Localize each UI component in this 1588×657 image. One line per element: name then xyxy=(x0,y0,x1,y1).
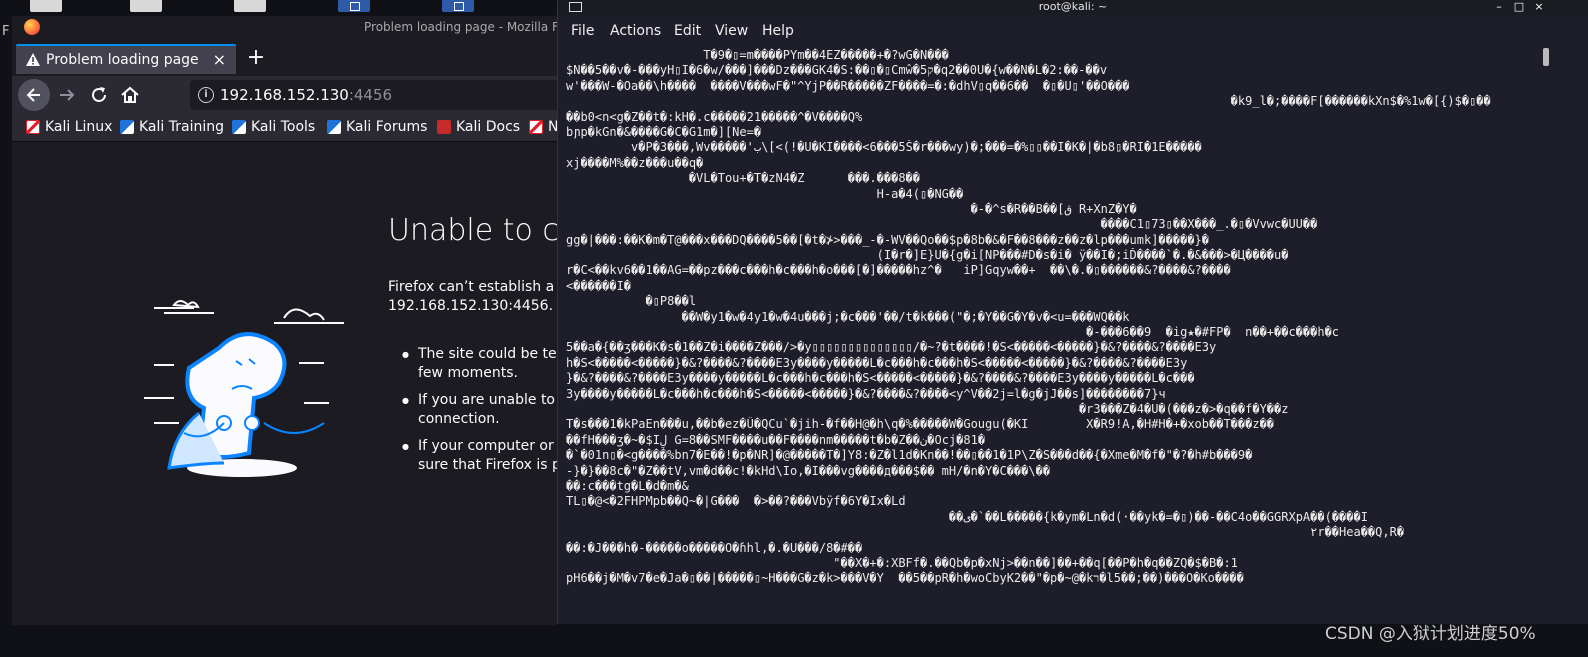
terminal-line: ��:�J���h�-�����o�����O�ɦhl,�.�U���/8�#�… xyxy=(566,540,863,555)
list-item: If you are unable to loconnection. xyxy=(402,391,557,429)
bookmark-kali-docs[interactable]: Kali Docs xyxy=(437,119,520,135)
terminal-window: root@kali: ~ – □ × File Actions Edit Vie… xyxy=(557,0,1588,624)
terminal-line: r�C<��kv6��1��AG=��pz���c���h�c���h�o���… xyxy=(566,263,1231,278)
maximize-button[interactable]: □ xyxy=(1512,0,1526,14)
terminal-line: �-���6��9 �ig★�#FP� n��+��c���h�c xyxy=(566,325,1340,340)
back-button[interactable] xyxy=(18,79,50,111)
terminal-line: ��W�y1�w�4y1�w�4u���j;�c���'��/t�k���("�… xyxy=(566,309,1130,324)
bookmark-truncated[interactable]: N xyxy=(529,119,557,135)
firefox-titlebar[interactable]: Problem loading page - Mozilla Firefo xyxy=(12,16,557,40)
docs-icon xyxy=(437,120,451,134)
terminal-line: $N��5��v�-���yH▯I�6�w/���]���Dz���GK4�S:… xyxy=(566,63,1108,78)
list-item: The site could be temfew moments. xyxy=(402,345,557,383)
terminal-scrollbar[interactable] xyxy=(1543,48,1549,66)
terminal-line: 5��a�{��ʒ���K�s�1��Z�i����Z���/>�y▯▯▯▯▯▯… xyxy=(566,340,1217,355)
taskbar-terminal-2[interactable] xyxy=(442,0,474,12)
reload-button[interactable] xyxy=(88,84,110,106)
terminal-line: 3y����y�����L�c���h�c���h�S<�����<�����}… xyxy=(566,386,1166,401)
taskbar-terminal-1[interactable] xyxy=(338,0,370,12)
bookmark-kali-tools[interactable]: Kali Tools xyxy=(232,119,315,135)
taskbar-app-1[interactable] xyxy=(30,0,62,12)
error-suggestions: The site could be temfew moments. If you… xyxy=(402,345,557,483)
menu-actions[interactable]: Actions xyxy=(610,23,661,39)
tab-title: Problem loading page xyxy=(46,52,199,68)
bookmark-kali-forums[interactable]: Kali Forums xyxy=(327,119,427,135)
menu-help[interactable]: Help xyxy=(762,23,794,39)
terminal-titlebar[interactable]: root@kali: ~ – □ × xyxy=(558,0,1588,15)
terminal-line: �k9_l�;����F[������kXn$�%1w�[{)$�▯�� xyxy=(566,94,1491,109)
terminal-line: }�&?����&?����E3y����y�����L�c���h�c���h… xyxy=(566,371,1195,386)
kali-icon xyxy=(26,120,40,134)
close-button[interactable]: × xyxy=(1532,0,1546,14)
terminal-line: (I�r�]E}U�{g�i[NP���#D�s�i� ÿ��I�;iĎ����… xyxy=(566,248,1289,263)
url-text: 192.168.152.130:4456 xyxy=(220,86,392,104)
terminal-line: �r3���Z�4�U�(���z�>�q��f�Y��z xyxy=(566,401,1289,416)
terminal-line: TL▯�@<�2FHPMpb��Q~�|G��� �>��?���Vbÿf�6Y… xyxy=(566,494,906,509)
terminal-line: ۲r��Hea��Q,R� xyxy=(566,525,1405,540)
bookmark-kali-training[interactable]: Kali Training xyxy=(120,119,224,135)
menu-file[interactable]: File xyxy=(571,23,594,39)
url-host: 192.168.152.130 xyxy=(220,86,349,104)
terminal-line: bɲp�kGn�&����G�C�G1m�][Ne=� xyxy=(566,124,762,139)
training-icon xyxy=(120,120,134,134)
terminal-line: <������I� xyxy=(566,278,632,293)
url-port: :4456 xyxy=(348,86,393,104)
terminal-line: h�S<�����<�����}�&?����&?����E3y����y���… xyxy=(566,355,1188,370)
warning-icon xyxy=(26,53,40,66)
firefox-logo-icon xyxy=(24,19,40,35)
terminal-line: v�P�3���,Wv�����'ب\[<(!�U�KI����<6���5Š�… xyxy=(566,140,1202,155)
watermark: CSDN @入狱计划进度50% xyxy=(1325,624,1536,644)
terminal-line: ��b0<n<g�Z��t�:kH�.c�����21�����^�V����Q… xyxy=(566,109,863,124)
home-button[interactable] xyxy=(119,84,141,106)
terminal-output[interactable]: T�9�▯=m����PYm��4EZ�����+�?wG�N��� $N��5�… xyxy=(566,48,1536,618)
tools-icon xyxy=(232,120,246,134)
arrow-left-icon xyxy=(26,88,40,102)
window-title: Problem loading page - Mozilla Firefo xyxy=(364,20,557,34)
minimize-button[interactable]: – xyxy=(1492,0,1506,14)
forums-icon xyxy=(327,120,341,134)
terminal-line: �-�^s�R��B��[ق R+XnZ�Y� xyxy=(566,201,1137,216)
terminal-line: �`�01n▯�<g����%bn7�E��!�p�NR]�@�����T�]Y… xyxy=(566,448,1253,463)
list-item: If your computer or nsure that Firefox i… xyxy=(402,437,557,475)
menu-view[interactable]: View xyxy=(715,23,748,39)
url-bar[interactable]: i 192.168.152.130:4456 xyxy=(190,80,557,110)
bookmark-kali-linux[interactable]: Kali Linux xyxy=(26,119,112,135)
tab-problem-loading[interactable]: Problem loading page × xyxy=(16,44,236,74)
terminal-line: pH6��j�M�v7�e�Ja�▯��|�����▯~H���G�z�k>��… xyxy=(566,571,1244,586)
error-description: Firefox can’t establish a c 192.168.152.… xyxy=(388,279,557,314)
terminal-line: T�9�▯=m����PYm��4EZ�����+�?wG�N��� xyxy=(566,48,949,62)
tab-close-button[interactable]: × xyxy=(213,50,226,69)
error-dinosaur-illustration xyxy=(144,300,344,477)
terminal-line: ��ی�`��L�����{k�ym�Ln�d(·��yk�=�▯)��-��C… xyxy=(566,509,1368,524)
firefox-window: Problem loading page - Mozilla Firefo Pr… xyxy=(12,16,557,625)
info-icon[interactable]: i xyxy=(198,87,214,103)
terminal-line: H-a�4(▯�NG�� xyxy=(566,186,964,201)
kali-icon xyxy=(529,120,543,134)
terminal-line: T�s���1�kPaEn���u,��b�ez�Û�QCu`�jih-�f��… xyxy=(566,417,1275,432)
terminal-line: ����C1▯73▯��X���_.�▯�Vvwc�UU�� xyxy=(566,217,1318,232)
terminal-menubar: File Actions Edit View Help xyxy=(558,15,1588,45)
desktop: F Problem loading page - Mozilla Firefo … xyxy=(0,0,1588,657)
terminal-line: ��fH���ʒ�~�$Iلِ G=8��SMF����u��F����nm��… xyxy=(566,432,986,447)
error-title: Unable to conn xyxy=(388,213,557,248)
bookmarks-toolbar: Kali Linux Kali Training Kali Tools Kali… xyxy=(12,114,557,142)
terminal-line: �▯P8��l xyxy=(566,294,697,309)
taskbar-app-3[interactable] xyxy=(234,0,266,12)
menu-edit[interactable]: Edit xyxy=(674,23,701,39)
edge-letter: F xyxy=(2,24,10,39)
terminal-line: w'���W-�Oa��\h���� ����V���wF�"^YjP��R��… xyxy=(566,78,1130,93)
taskbar-app-2[interactable] xyxy=(130,0,162,12)
new-tab-button[interactable]: + xyxy=(244,45,268,70)
terminal-title: root@kali: ~ xyxy=(1038,0,1108,13)
nav-bar: i 192.168.152.130:4456 xyxy=(12,76,557,114)
terminal-line: xj����M%��z���u��q� xyxy=(566,155,704,170)
terminal-line: ��:c���tg�L�d�m�& xyxy=(566,478,689,493)
terminal-line: �VL�Tou+�T�zN4�Z ���.���8�� xyxy=(566,171,921,186)
terminal-line: "��X�+�:XBFf�.��Qb�p�xNj>��n��]��+��q[��… xyxy=(566,555,1238,570)
terminal-line: -}�}��8c�"�Z��tV,vm�d��c!�kHd\Io,�I���vg… xyxy=(566,463,1051,478)
terminal-line: gg�|���:��K�m�T@���x���DQ����5��[�t�⊁>��… xyxy=(566,232,1209,247)
error-page: Unable to conn Firefox can’t establish a… xyxy=(12,143,557,625)
forward-button[interactable] xyxy=(56,84,78,106)
tab-strip: Problem loading page × + xyxy=(12,42,557,76)
